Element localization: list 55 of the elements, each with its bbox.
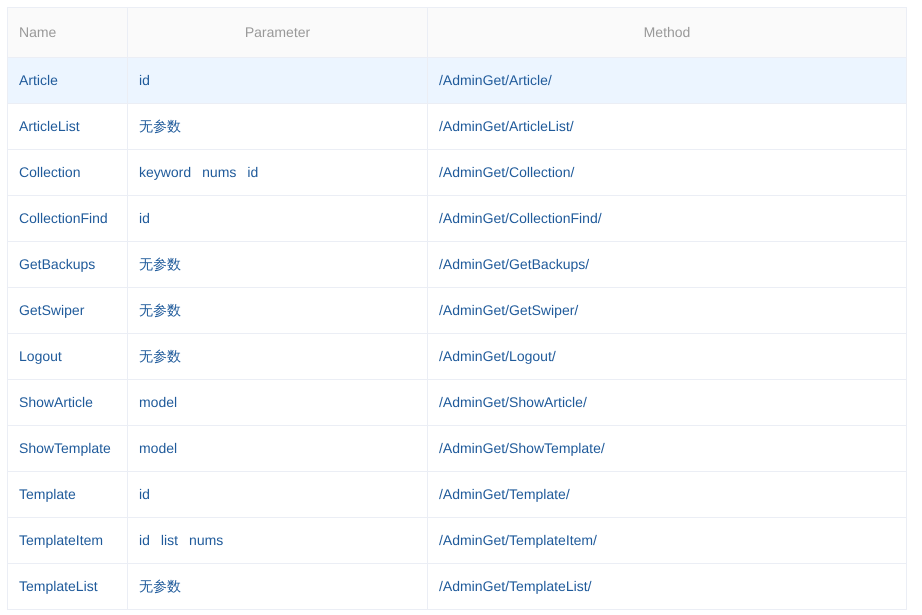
method-text: /AdminGet/Logout/ — [439, 348, 556, 364]
method-text: /AdminGet/CollectionFind/ — [439, 210, 602, 226]
method-text: /AdminGet/Collection/ — [439, 164, 574, 180]
method-text: /AdminGet/ArticleList/ — [439, 118, 574, 134]
method-text: /AdminGet/GetBackups/ — [439, 256, 590, 272]
parameter-text: model — [139, 440, 178, 456]
table-row[interactable]: Article id /AdminGet/Article/ — [8, 58, 906, 104]
table-row[interactable]: Collection keyword nums id /AdminGet/Collection/ — [8, 150, 906, 196]
method-text: /AdminGet/TemplateList/ — [439, 578, 592, 594]
parameter-text: id — [139, 210, 150, 226]
parameter-text: list — [160, 532, 178, 548]
name-text: TemplateList — [19, 578, 98, 594]
name-text: GetSwiper — [19, 302, 84, 318]
parameter-text: nums — [202, 164, 236, 180]
name-text: TemplateItem — [19, 532, 104, 548]
method-text: /AdminGet/Template/ — [439, 486, 570, 502]
table-row[interactable]: GetSwiper 无参数 /AdminGet/GetSwiper/ — [8, 288, 906, 334]
name-text: ArticleList — [19, 118, 80, 134]
table-row[interactable]: ShowArticle model /AdminGet/ShowArticle/ — [8, 380, 906, 426]
parameter-text: 无参数 — [139, 578, 181, 594]
method-text: /AdminGet/TemplateItem/ — [439, 532, 597, 548]
column-header: Parameter — [244, 24, 310, 40]
parameter-text: 无参数 — [139, 348, 181, 364]
name-text: GetBackups — [19, 256, 96, 272]
method-text: /AdminGet/Article/ — [439, 72, 552, 88]
table-row[interactable]: TemplateList 无参数 /AdminGet/TemplateList/ — [8, 564, 906, 610]
table-row[interactable]: CollectionFind id /AdminGet/CollectionFind/ — [8, 196, 906, 242]
parameter-text: 无参数 — [139, 118, 181, 134]
name-text: ShowArticle — [19, 394, 93, 410]
method-text: /AdminGet/ShowTemplate/ — [439, 440, 605, 456]
parameter-text: 无参数 — [139, 256, 181, 272]
method-text: /AdminGet/ShowArticle/ — [439, 394, 587, 410]
parameter-text: id — [139, 72, 150, 88]
name-text: Article — [19, 72, 58, 88]
table-row[interactable]: GetBackups 无参数 /AdminGet/GetBackups/ — [8, 242, 906, 288]
parameter-text: model — [139, 394, 178, 410]
table-row[interactable]: ArticleList 无参数 /AdminGet/ArticleList/ — [8, 104, 906, 150]
table-row[interactable]: Template id /AdminGet/Template/ — [8, 472, 906, 518]
parameter-text: id — [139, 486, 150, 502]
name-text: Collection — [19, 164, 80, 180]
name-text: ShowTemplate — [19, 440, 111, 456]
parameter-text: 无参数 — [139, 302, 181, 318]
table-row[interactable]: Logout 无参数 /AdminGet/Logout/ — [8, 334, 906, 380]
method-text: /AdminGet/GetSwiper/ — [439, 302, 578, 318]
table-row[interactable]: ShowTemplate model /AdminGet/ShowTemplate/ — [8, 426, 906, 472]
parameter-text: id — [247, 164, 258, 180]
name-text: Template — [19, 486, 76, 502]
table-row[interactable]: TemplateItem id list nums /AdminGet/TemplateItem/ — [8, 518, 906, 564]
column-header: Method — [644, 24, 690, 40]
parameter-text: keyword — [139, 164, 192, 180]
parameter-text: nums — [189, 532, 224, 548]
column-header: Name — [19, 24, 56, 40]
parameter-text: id — [139, 532, 150, 548]
name-text: CollectionFind — [19, 210, 108, 226]
name-text: Logout — [19, 348, 62, 364]
